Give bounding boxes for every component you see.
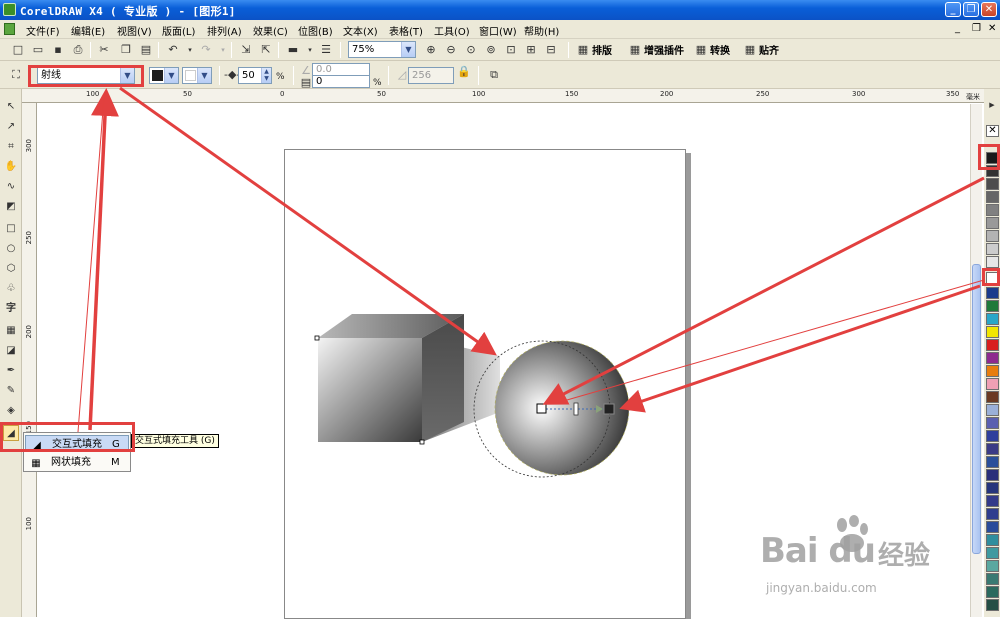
annotation-arrow (119, 86, 497, 356)
baidu-watermark: Bai du 经验 jingyan.baidu.com (760, 515, 960, 605)
watermark-cn: 经验 (878, 541, 931, 571)
annotation-arrow (619, 284, 981, 413)
annotation-arrow (88, 88, 119, 431)
watermark-brand: Bai du (760, 531, 876, 571)
watermark-url: jingyan.baidu.com (766, 581, 877, 595)
annotation-arrow (542, 176, 985, 405)
annotation-arrow-thin (559, 279, 985, 403)
